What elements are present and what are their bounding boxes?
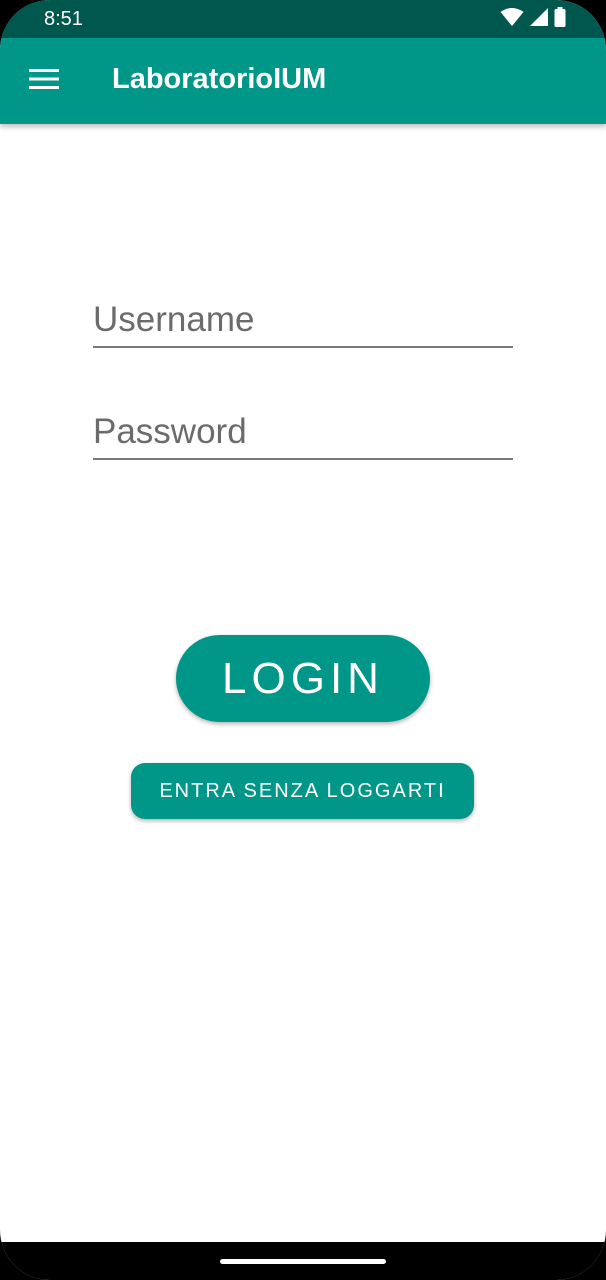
status-bar: 8:51 bbox=[0, 0, 606, 38]
password-field bbox=[93, 408, 513, 460]
app-title: LaboratorioIUM bbox=[112, 63, 327, 95]
system-navigation-bar bbox=[0, 1242, 606, 1280]
status-icons bbox=[500, 6, 566, 32]
password-input[interactable] bbox=[93, 410, 513, 454]
phone-frame: 8:51 LaboratorioIUM Username LOGIN ENTRA… bbox=[0, 0, 606, 1280]
signal-icon bbox=[529, 7, 549, 32]
wifi-icon bbox=[500, 7, 524, 32]
login-button[interactable]: LOGIN bbox=[176, 635, 430, 722]
username-field bbox=[93, 296, 513, 348]
navigation-menu-button[interactable] bbox=[22, 59, 66, 103]
username-input[interactable] bbox=[93, 298, 513, 342]
app-bar: LaboratorioIUM bbox=[0, 38, 606, 124]
status-time: 8:51 bbox=[44, 8, 83, 30]
hamburger-menu-icon bbox=[29, 68, 59, 95]
guest-access-button[interactable]: ENTRA SENZA LOGGARTI bbox=[131, 763, 474, 819]
app-screen: 8:51 LaboratorioIUM Username LOGIN ENTRA… bbox=[0, 0, 606, 1280]
battery-icon bbox=[554, 6, 566, 32]
home-gesture-handle[interactable] bbox=[220, 1259, 386, 1264]
